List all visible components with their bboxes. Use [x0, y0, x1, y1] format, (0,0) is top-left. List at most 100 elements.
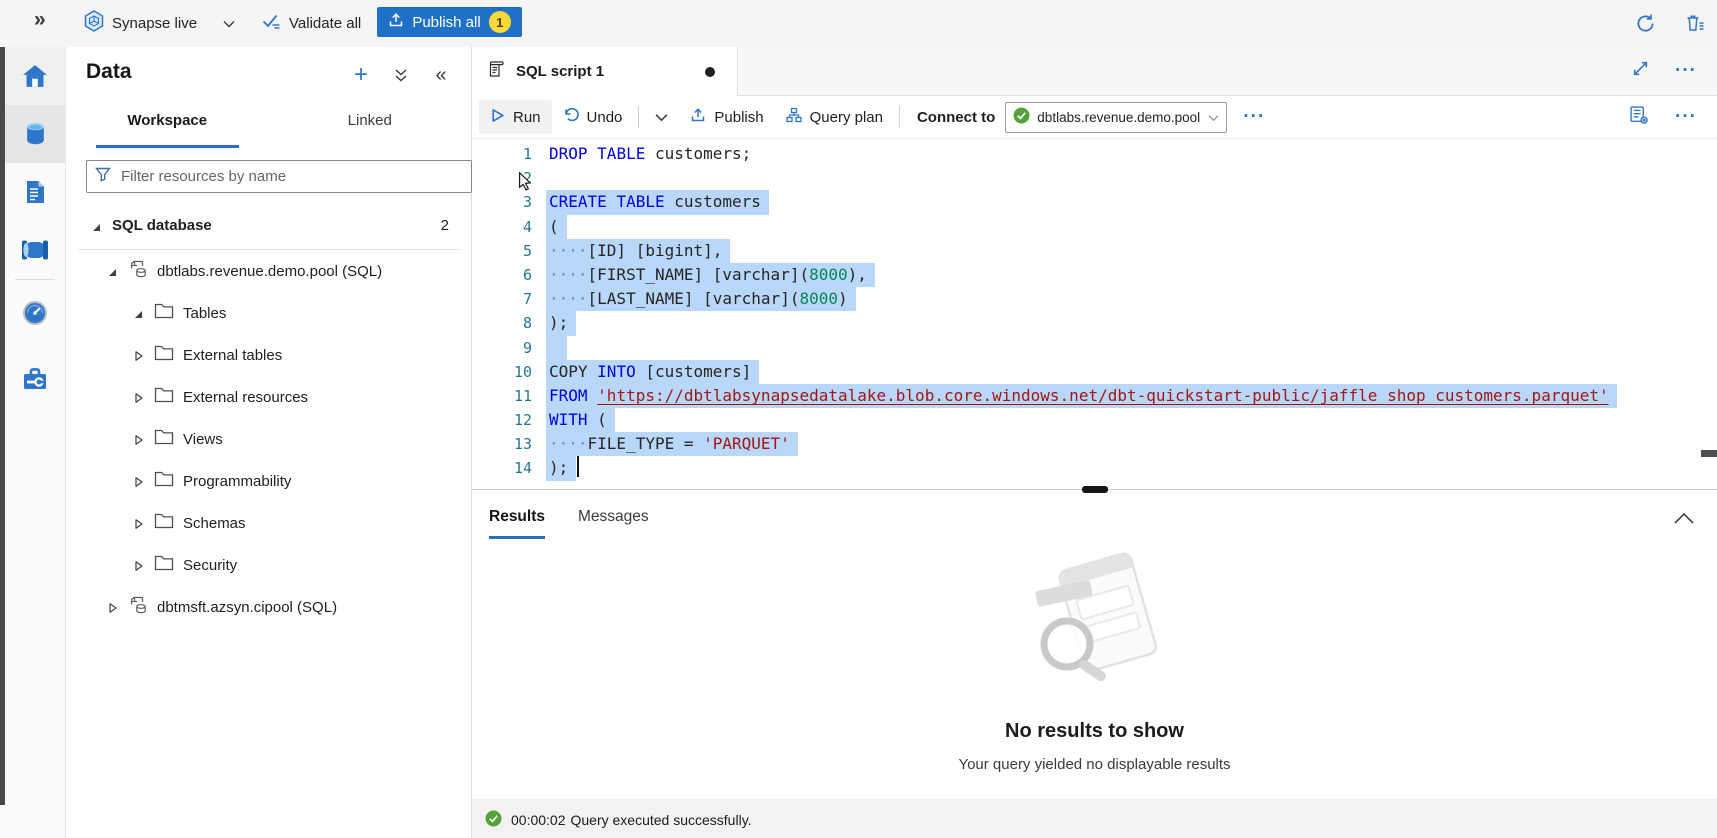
synapse-studio-window: » Synapse live Validate all Publish all … [0, 0, 1717, 838]
line-number: 12 [472, 408, 546, 432]
code-line-7[interactable]: 7····[LAST_NAME] [varchar](8000) [472, 287, 1717, 311]
collapsed-twisty-icon[interactable] [132, 349, 144, 361]
pool-selector-dropdown[interactable]: dbtlabs.revenue.demo.pool [1005, 102, 1227, 133]
filter-input[interactable] [119, 167, 463, 186]
publish-button[interactable]: Publish [679, 100, 774, 134]
discard-all-icon[interactable] [1682, 10, 1708, 36]
tree-node-dbtlabs-revenue-demo-pool-sql[interactable]: dbtlabs.revenue.demo.pool (SQL) [66, 250, 471, 292]
tab-workspace[interactable]: Workspace [66, 102, 269, 146]
validate-label: Validate all [289, 15, 361, 32]
collapsed-twisty-icon[interactable] [132, 559, 144, 571]
tree-node-security[interactable]: Security [66, 544, 471, 586]
data-panel-title: Data [86, 60, 132, 84]
collapse-results-icon[interactable] [1671, 505, 1697, 531]
editor-more-actions-icon[interactable]: ··· [1675, 112, 1697, 122]
status-elapsed-time: 00:00:02 [511, 812, 566, 828]
code-line-2[interactable]: 2 [472, 166, 1717, 190]
add-resource-icon[interactable]: + [349, 63, 373, 87]
synapse-live-icon [84, 10, 104, 36]
scrollbar-cursor-marker[interactable] [1701, 450, 1717, 457]
publish-all-button[interactable]: Publish all 1 [377, 7, 522, 37]
folder-icon [154, 385, 183, 409]
code-line-9[interactable]: 9 [472, 336, 1717, 360]
integrate-nav-icon[interactable] [5, 221, 65, 279]
tree-node-external-resources[interactable]: External resources [66, 376, 471, 418]
data-nav-icon[interactable] [5, 105, 65, 163]
toolbar-more-actions-icon[interactable]: ··· [1243, 112, 1265, 122]
tab-linked[interactable]: Linked [269, 102, 472, 146]
tab-sql-script-1[interactable]: SQL script 1 [472, 47, 738, 96]
pane-splitter-handle[interactable] [1082, 486, 1108, 493]
code-line-6[interactable]: 6····[FIRST_NAME] [varchar](8000), [472, 263, 1717, 287]
expanded-twisty-icon[interactable] [106, 265, 118, 277]
tree-section-sql-database[interactable]: SQL database 2 [66, 202, 471, 249]
publish-label: Publish [714, 109, 763, 126]
publish-all-label: Publish all [412, 14, 480, 31]
code-line-content [546, 336, 567, 360]
tree-node-external-tables[interactable]: External tables [66, 334, 471, 376]
tab-results[interactable]: Results [489, 490, 545, 544]
monitor-nav-icon[interactable] [5, 280, 65, 346]
tree-node-views[interactable]: Views [66, 418, 471, 460]
filter-icon [95, 167, 111, 187]
collapsed-twisty-icon[interactable] [106, 601, 118, 613]
data-panel: Data + « Workspace Linked [66, 47, 472, 838]
develop-nav-icon[interactable] [5, 163, 65, 221]
home-nav-icon[interactable] [5, 47, 65, 105]
tree-node-label: dbtmsft.azsyn.cipool (SQL) [157, 599, 337, 616]
collapsed-twisty-icon[interactable] [132, 391, 144, 403]
toolbar-separator [638, 106, 639, 128]
tab-more-actions-icon[interactable]: ··· [1675, 66, 1697, 76]
publish-icon [690, 107, 706, 127]
undo-icon [563, 107, 579, 127]
toolbar-separator [899, 106, 900, 128]
manage-nav-icon[interactable] [5, 346, 65, 412]
tree-node-dbtmsft-azsyn-cipool-sql[interactable]: dbtmsft.azsyn.cipool (SQL) [66, 586, 471, 628]
tab-messages[interactable]: Messages [578, 490, 649, 544]
undo-button[interactable]: Undo [552, 100, 634, 134]
expanded-twisty-icon[interactable] [132, 307, 144, 319]
code-line-13[interactable]: 13····FILE_TYPE = 'PARQUET' [472, 432, 1717, 456]
expand-menu-icon[interactable]: » [34, 8, 46, 32]
top-command-bar: » Synapse live Validate all Publish all … [0, 0, 1717, 48]
code-line-4[interactable]: 4( [472, 215, 1717, 239]
activity-bar [0, 47, 66, 838]
connected-status-icon [1013, 107, 1030, 128]
code-line-14[interactable]: 14); [472, 456, 1717, 480]
code-line-10[interactable]: 10COPY INTO [customers] [472, 360, 1717, 384]
tree-node-label: dbtlabs.revenue.demo.pool (SQL) [157, 263, 382, 280]
line-number: 3 [472, 190, 546, 214]
expand-editor-icon[interactable] [1632, 60, 1649, 82]
collapsed-twisty-icon[interactable] [132, 475, 144, 487]
code-line-11[interactable]: 11FROM 'https://dbtlabsynapsedatalake.bl… [472, 384, 1717, 408]
properties-icon[interactable] [1629, 105, 1649, 129]
tree-node-label: Views [183, 431, 223, 448]
publish-icon [388, 12, 404, 32]
code-line-8[interactable]: 8); [472, 311, 1717, 335]
collapsed-twisty-icon[interactable] [132, 517, 144, 529]
code-editor[interactable]: 1DROP TABLE customers;23CREATE TABLE cus… [472, 139, 1717, 489]
query-plan-icon [786, 107, 802, 127]
collapse-all-icon[interactable] [389, 63, 413, 87]
code-line-5[interactable]: 5····[ID] [bigint], [472, 239, 1717, 263]
tree-node-programmability[interactable]: Programmability [66, 460, 471, 502]
code-line-3[interactable]: 3CREATE TABLE customers [472, 190, 1717, 214]
expanded-twisty-icon[interactable] [90, 220, 102, 232]
collapsed-twisty-icon[interactable] [132, 433, 144, 445]
code-line-1[interactable]: 1DROP TABLE customers; [472, 142, 1717, 166]
query-plan-button[interactable]: Query plan [775, 100, 894, 134]
collapse-panel-icon[interactable]: « [429, 63, 453, 87]
tree-node-schemas[interactable]: Schemas [66, 502, 471, 544]
chevron-down-icon [223, 15, 235, 32]
folder-icon [154, 553, 183, 577]
code-line-12[interactable]: 12WITH ( [472, 408, 1717, 432]
tree-node-tables[interactable]: Tables [66, 292, 471, 334]
mode-selector[interactable]: Synapse live [84, 8, 235, 38]
refresh-icon[interactable] [1632, 10, 1658, 36]
validate-all-button[interactable]: Validate all [262, 8, 361, 38]
code-line-content: COPY INTO [customers] [546, 360, 759, 384]
run-button[interactable]: Run [479, 100, 552, 134]
mode-label: Synapse live [112, 15, 197, 32]
run-options-dropdown[interactable] [644, 100, 679, 134]
connect-to-label: Connect to [917, 109, 995, 126]
